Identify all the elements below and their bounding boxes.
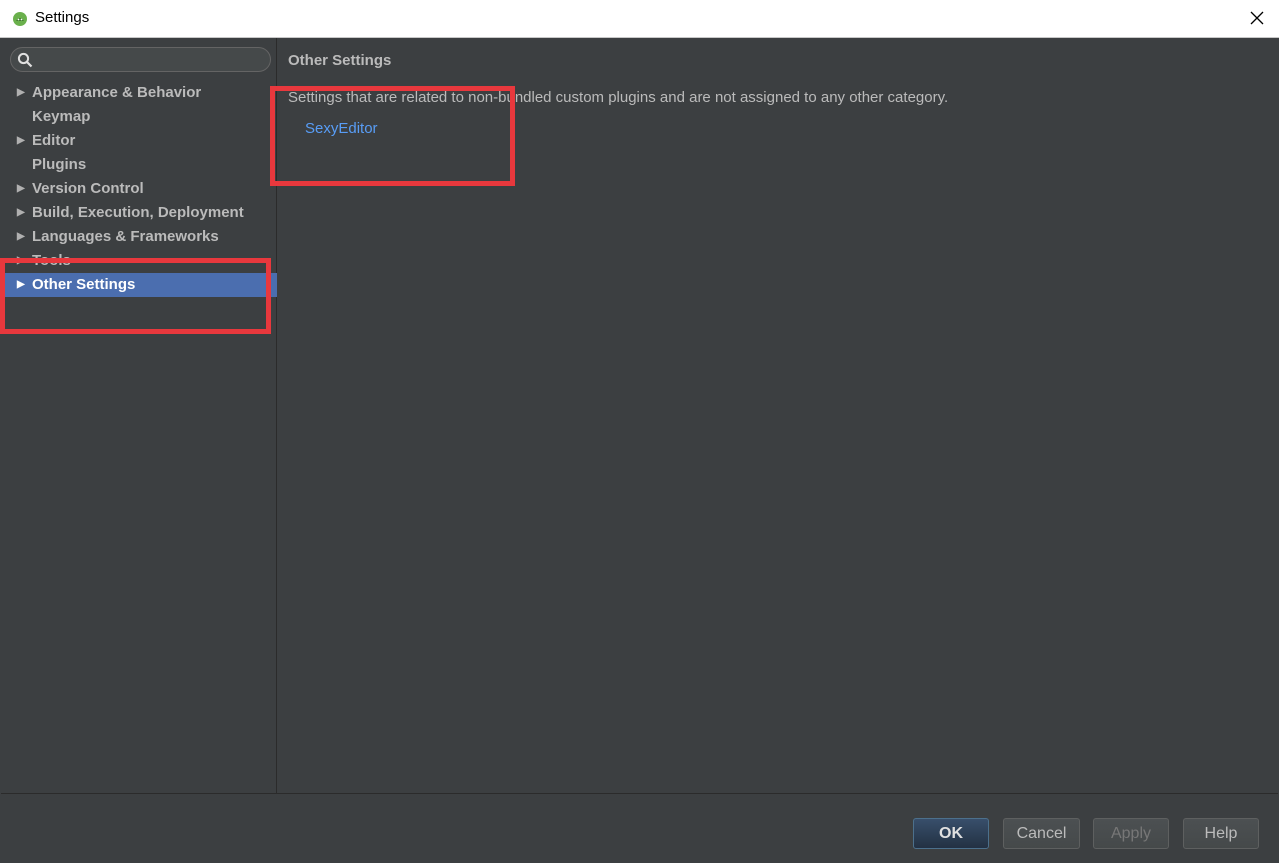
title-bar: Settings	[0, 0, 1279, 38]
sidebar-item-editor[interactable]: ▶ Editor	[1, 129, 277, 153]
sidebar-item-label: Keymap	[32, 108, 91, 125]
window-title: Settings	[35, 9, 90, 26]
expand-arrow-icon[interactable]: ▶	[17, 225, 25, 249]
sidebar-item-label: Languages & Frameworks	[32, 228, 219, 245]
cancel-button[interactable]: Cancel	[1003, 818, 1080, 849]
sidebar-item-label: Plugins	[32, 156, 87, 173]
sidebar-item-label: Tools	[32, 252, 71, 269]
sidebar-item-label: Other Settings	[32, 276, 136, 293]
ok-button[interactable]: OK	[913, 818, 989, 849]
sidebar-item-languages-frameworks[interactable]: ▶ Languages & Frameworks	[1, 225, 277, 249]
page-title: Other Settings	[288, 52, 392, 69]
sidebar-item-version-control[interactable]: ▶ Version Control	[1, 177, 277, 201]
dialog-footer: OK Cancel Apply Help	[1, 793, 1278, 862]
plugin-link-sexyeditor[interactable]: SexyEditor	[305, 120, 378, 137]
sidebar-item-label: Appearance & Behavior	[32, 84, 202, 101]
close-icon	[1250, 11, 1264, 25]
search-icon	[17, 52, 33, 68]
android-studio-icon	[13, 12, 27, 26]
settings-content: Other Settings Settings that are related…	[277, 38, 1278, 793]
expand-arrow-icon[interactable]: ▶	[17, 81, 25, 105]
sidebar-item-label: Build, Execution, Deployment	[32, 204, 244, 221]
expand-arrow-icon[interactable]: ▶	[17, 129, 25, 153]
close-button[interactable]	[1245, 6, 1269, 30]
settings-tree: ▶ Appearance & Behavior Keymap ▶ Editor Plugi…	[1, 81, 277, 297]
sidebar-item-keymap[interactable]: Keymap	[1, 105, 277, 129]
sidebar-item-plugins[interactable]: Plugins	[1, 153, 277, 177]
search-field[interactable]	[10, 47, 271, 72]
settings-sidebar: ▶ Appearance & Behavior Keymap ▶ Editor Plugi…	[1, 38, 277, 793]
expand-arrow-icon[interactable]: ▶	[17, 249, 25, 273]
expand-arrow-icon[interactable]: ▶	[17, 201, 25, 225]
sidebar-item-label: Version Control	[32, 180, 144, 197]
help-button[interactable]: Help	[1183, 818, 1259, 849]
sidebar-item-appearance-behavior[interactable]: ▶ Appearance & Behavior	[1, 81, 277, 105]
expand-arrow-icon[interactable]: ▶	[17, 177, 25, 201]
search-input[interactable]	[37, 50, 266, 71]
sidebar-item-build-execution-deployment[interactable]: ▶ Build, Execution, Deployment	[1, 201, 277, 225]
apply-button[interactable]: Apply	[1093, 818, 1169, 849]
sidebar-item-label: Editor	[32, 132, 76, 149]
page-description: Settings that are related to non-bundled…	[288, 89, 949, 106]
sidebar-item-tools[interactable]: ▶ Tools	[1, 249, 277, 273]
sidebar-item-other-settings[interactable]: ▶ Other Settings	[1, 273, 277, 297]
expand-arrow-icon[interactable]: ▶	[17, 273, 25, 297]
